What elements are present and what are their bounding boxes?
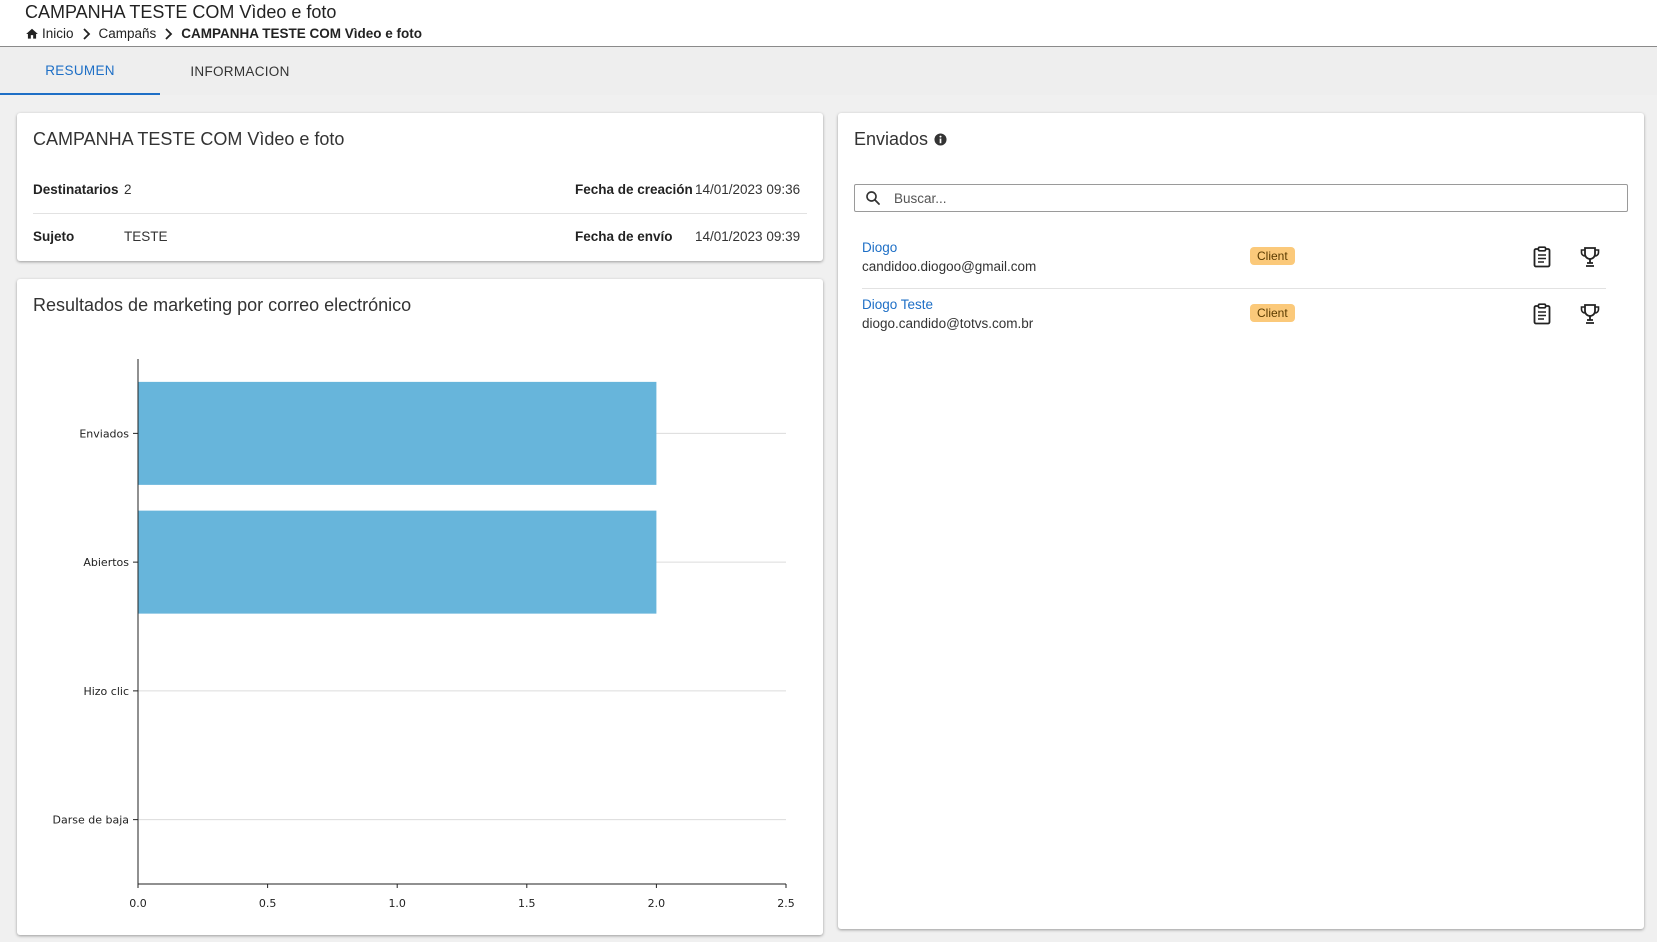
recipient-row: Diogo candidoo.diogoo@gmail.com Client — [862, 232, 1606, 289]
subject-label: Sujeto — [33, 229, 75, 244]
created-date-value: 14/01/2023 09:36 — [695, 182, 801, 197]
x-tick-label: 1.0 — [388, 897, 406, 910]
trophy-icon[interactable] — [1578, 245, 1602, 269]
home-icon — [26, 28, 38, 39]
client-badge: Client — [1250, 304, 1295, 322]
recipient-name-link[interactable]: Diogo — [862, 240, 897, 255]
clipboard-icon[interactable] — [1530, 245, 1554, 269]
breadcrumb-current: CAMPANHA TESTE COM Vìdeo e foto — [181, 26, 423, 41]
clipboard-icon[interactable] — [1530, 302, 1554, 326]
results-chart-card: Resultados de marketing por correo elect… — [17, 279, 823, 935]
bar-abiertos — [138, 510, 657, 614]
campaign-summary-card: CAMPANHA TESTE COM Vìdeo e foto Destinat… — [17, 113, 823, 261]
divider — [33, 213, 807, 214]
y-tick-label: Abiertos — [83, 556, 129, 569]
info-icon[interactable] — [934, 133, 947, 146]
sent-date-value: 14/01/2023 09:39 — [695, 229, 801, 244]
x-tick-label: 2.5 — [777, 897, 795, 910]
created-date-label: Fecha de creación — [575, 182, 693, 197]
y-tick-label: Hizo clic — [83, 685, 129, 698]
sent-recipients-card: Enviados Diogo candidoo.diogoo@gmail.com… — [838, 113, 1644, 929]
bar-chart: Enviados Abiertos Hizo clic Darse de baja 0.… — [53, 359, 795, 910]
summary-title: CAMPANHA TESTE COM Vìdeo e foto — [33, 129, 345, 149]
tab-bar: RESUMEN INFORMACION — [0, 47, 1657, 95]
trophy-icon[interactable] — [1578, 302, 1602, 326]
search-input[interactable] — [894, 190, 1594, 206]
sent-date-label: Fecha de envío — [575, 229, 673, 244]
recipient-name-link[interactable]: Diogo Teste — [862, 297, 933, 312]
recipient-email: candidoo.diogoo@gmail.com — [862, 259, 1037, 274]
top-bar: CAMPANHA TESTE COM Vìdeo e foto Inicio C… — [0, 0, 1657, 47]
breadcrumb: Inicio Campañs CAMPANHA TESTE COM Vìdeo … — [25, 26, 422, 41]
y-tick-label: Darse de baja — [53, 814, 130, 827]
breadcrumb-home-link[interactable]: Inicio — [42, 26, 74, 41]
recipient-email: diogo.candido@totvs.com.br — [862, 316, 1034, 331]
chevron-right-icon — [82, 27, 90, 40]
recipients-value: 2 — [124, 182, 132, 197]
x-tick-label: 0.5 — [259, 897, 277, 910]
tab-resumen[interactable]: RESUMEN — [0, 47, 160, 95]
tab-informacion[interactable]: INFORMACION — [160, 47, 320, 95]
y-tick-label: Enviados — [79, 427, 129, 440]
page-title: CAMPANHA TESTE COM Vìdeo e foto — [25, 2, 337, 22]
x-tick-label: 1.5 — [518, 897, 536, 910]
sent-panel-header: Enviados — [854, 129, 947, 150]
search-field — [854, 184, 1628, 212]
subject-value: TESTE — [124, 229, 168, 244]
chevron-right-icon — [165, 27, 173, 40]
x-tick-label: 0.0 — [129, 897, 147, 910]
bar-enviados — [138, 381, 657, 485]
search-icon — [866, 191, 880, 205]
recipient-row: Diogo Teste diogo.candido@totvs.com.br C… — [862, 289, 1606, 346]
sent-panel-title: Enviados — [854, 129, 929, 149]
client-badge: Client — [1250, 247, 1295, 265]
x-tick-label: 2.0 — [648, 897, 666, 910]
breadcrumb-campaigns-link[interactable]: Campañs — [99, 26, 157, 41]
recipients-label: Destinatarios — [33, 182, 119, 197]
